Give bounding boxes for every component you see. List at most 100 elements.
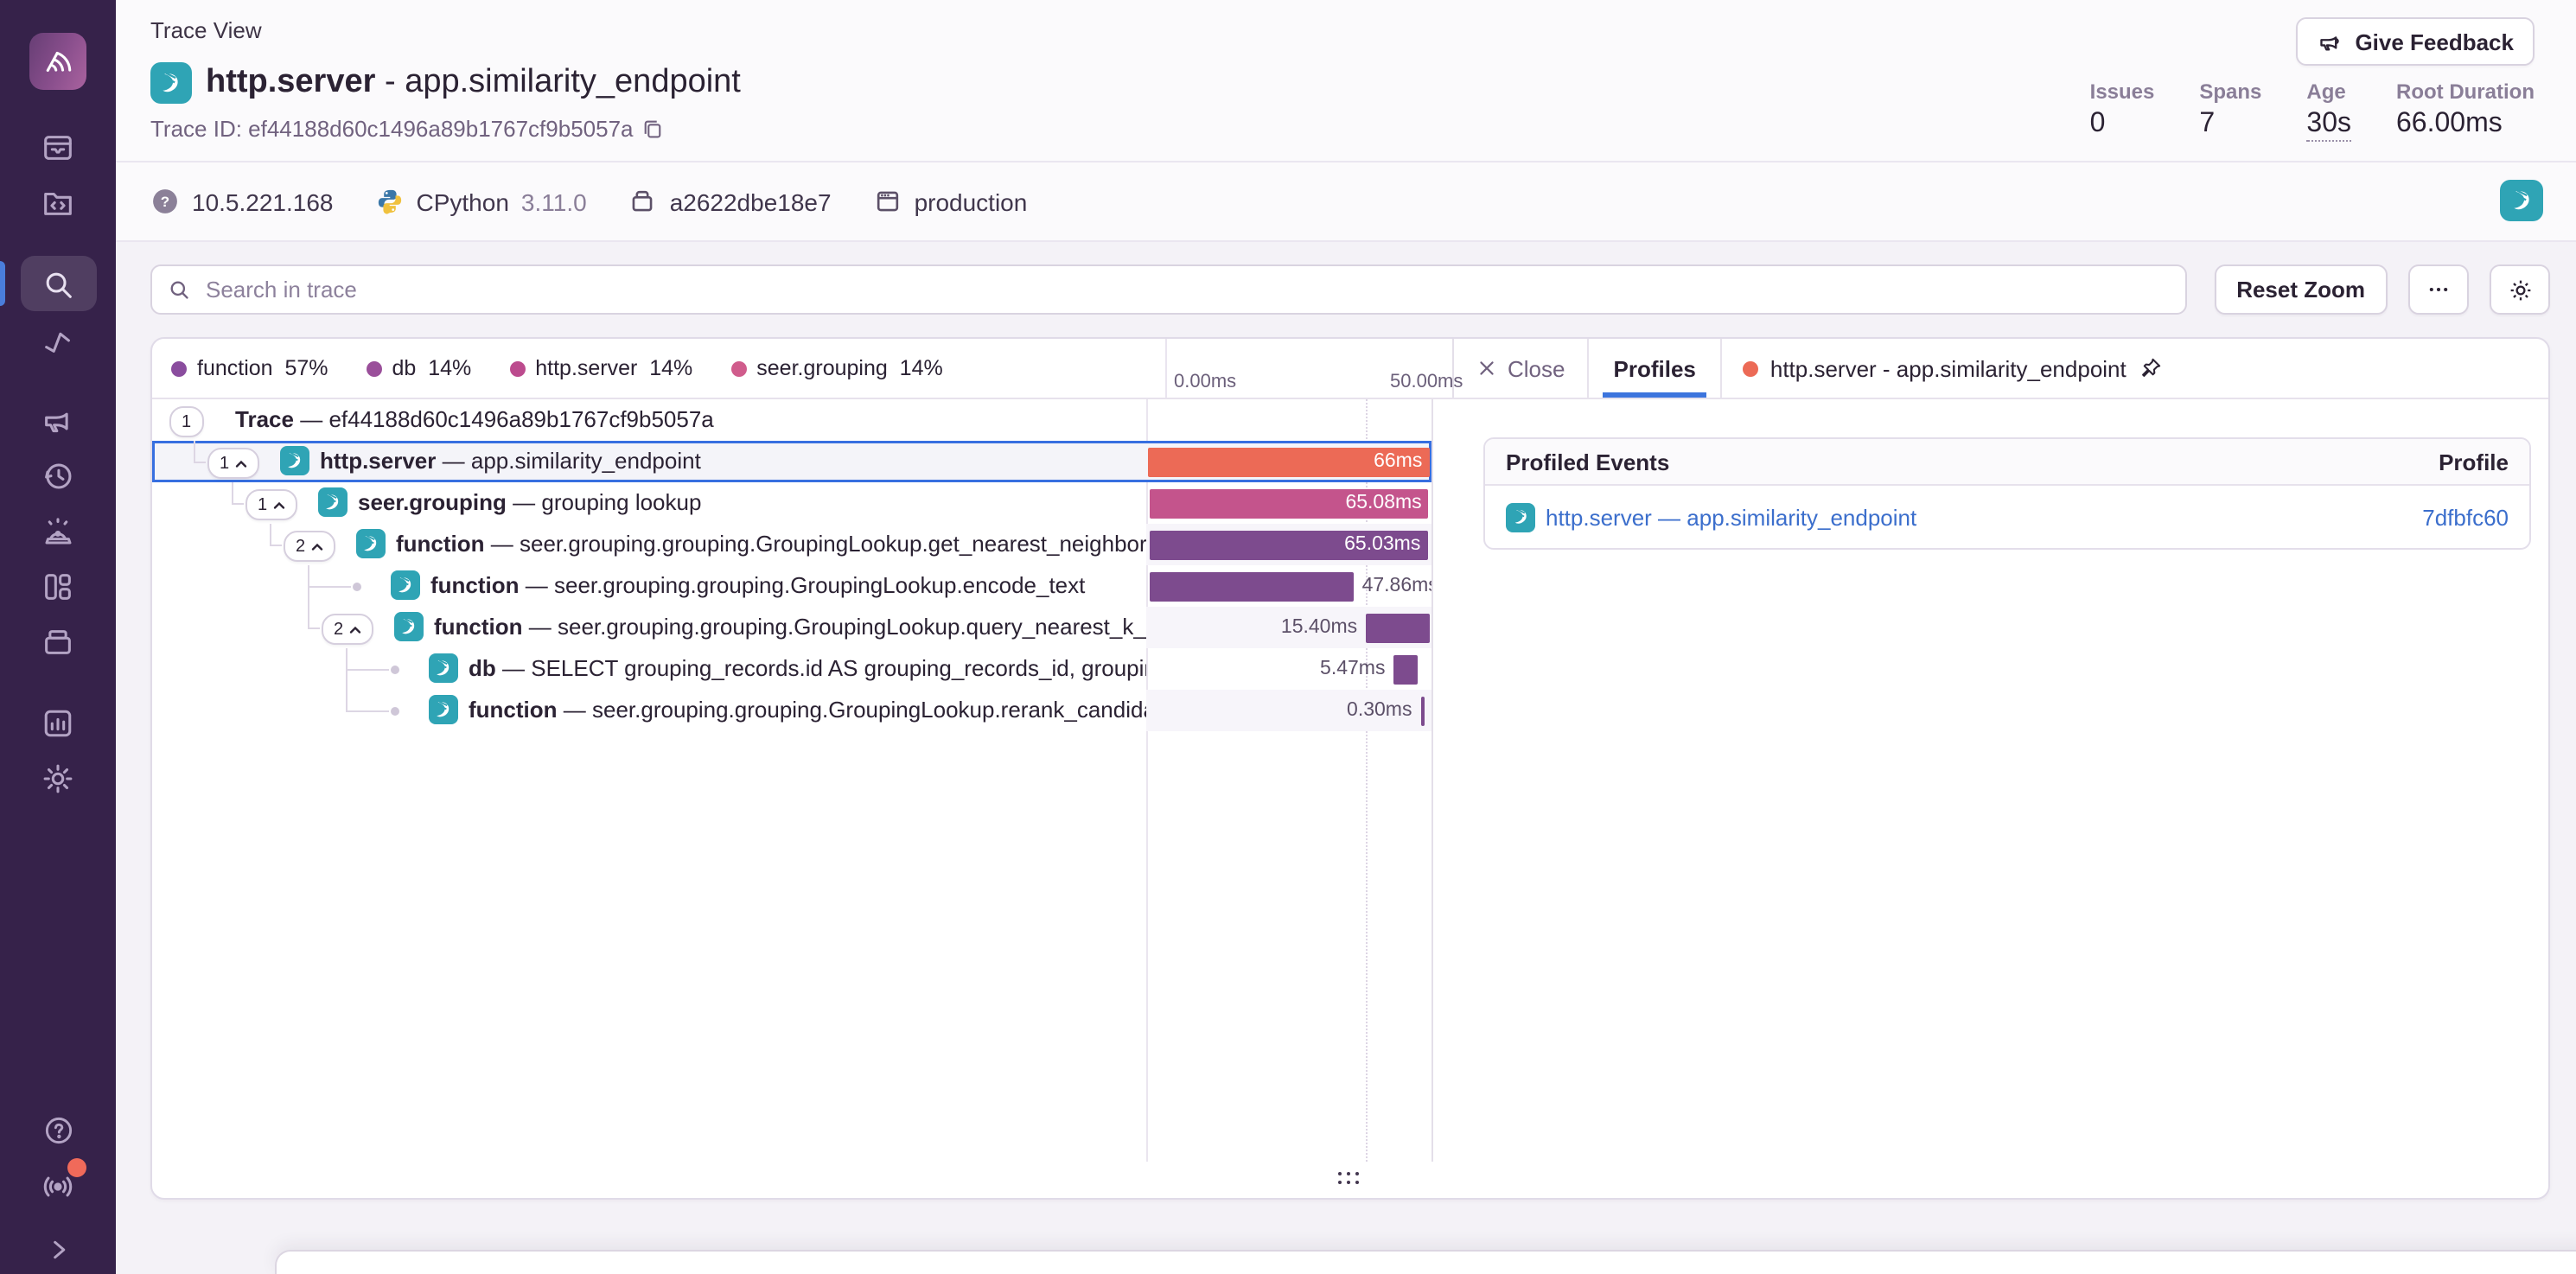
chevron-up-icon xyxy=(234,459,246,468)
tag-10-5-221-168[interactable]: ? 10.5.221.168 xyxy=(150,187,334,216)
span-description: http.server — app.similarity_endpoint xyxy=(320,441,701,482)
span-description: function — seer.grouping.grouping.Groupi… xyxy=(469,690,1146,731)
span-crumb[interactable]: http.server - app.similarity_endpoint xyxy=(1722,339,2184,398)
sidebar-item-feedback[interactable] xyxy=(20,392,96,448)
tag-a2622dbe18e7[interactable]: a2622dbe18e7 xyxy=(628,187,832,216)
duration-bar[interactable]: 66ms xyxy=(1147,447,1429,476)
stat-value: 0 xyxy=(2090,109,2106,140)
give-feedback-button[interactable]: Give Feedback xyxy=(2296,17,2535,66)
duration-label: 47.86ms xyxy=(1362,565,1431,607)
profiles-panel: Profiled Events Profile xyxy=(1431,399,2548,1162)
notification-dot xyxy=(67,1158,86,1177)
sidebar-item-search[interactable] xyxy=(20,256,96,311)
duration-bar[interactable] xyxy=(1393,654,1417,684)
span-duration-cell[interactable]: 66ms xyxy=(1146,441,1431,482)
copy-icon[interactable] xyxy=(642,118,665,140)
stat-label: Issues xyxy=(2090,80,2155,104)
trace-stats: Issues 0Spans 7Age 30sRoot Duration 66.0… xyxy=(2090,80,2535,142)
pin-icon[interactable] xyxy=(2139,356,2163,380)
child-count-chip[interactable]: 1 xyxy=(245,489,296,520)
project-flask-icon[interactable] xyxy=(2500,180,2543,221)
span-tree-cell: 2function — seer.grouping.grouping.Group… xyxy=(152,607,1146,648)
sidebar-item-settings[interactable] xyxy=(20,750,96,806)
sidebar-item-broadcast[interactable] xyxy=(20,1160,96,1212)
sentry-logo[interactable] xyxy=(29,33,86,90)
metrics-icon xyxy=(40,321,76,357)
duration-bar[interactable]: 65.08ms xyxy=(1149,488,1428,518)
legend-label: function 57% xyxy=(197,356,328,380)
flask-op-icon xyxy=(280,446,309,475)
profiled-events-table: Profiled Events Profile xyxy=(1483,437,2531,550)
stat-label: Age xyxy=(2306,80,2345,104)
stats-icon xyxy=(40,704,76,741)
sidebar-item-metrics[interactable] xyxy=(20,311,96,366)
sidebar-item-alerts[interactable] xyxy=(20,503,96,558)
trace-content: Reset Zoom function 57% db 14% http.serv… xyxy=(116,242,2576,1274)
legend-dot xyxy=(171,360,187,376)
sidebar-expand-chevron-icon[interactable] xyxy=(44,1236,72,1264)
span-row-function[interactable]: function — seer.grouping.grouping.Groupi… xyxy=(152,690,1431,731)
child-count-chip[interactable]: 1 xyxy=(169,406,203,437)
profile-id-link[interactable]: 7dfbfc60 xyxy=(2422,504,2509,530)
sidebar-item-replays[interactable] xyxy=(20,448,96,503)
tag-cpython[interactable]: CPython3.11.0 xyxy=(375,187,587,216)
span-tree-cell: 1 Trace — ef44188d60c1496a89b1767cf9b5057… xyxy=(152,399,1146,441)
detail-tabs: Close Profiles http.server - app.similar… xyxy=(1452,339,2548,398)
span-duration-cell[interactable] xyxy=(1146,399,1431,441)
tag-production[interactable]: production xyxy=(873,187,1028,216)
close-panel-button[interactable]: Close xyxy=(1476,339,1590,398)
panel-footer xyxy=(152,1162,2548,1198)
child-count: 1 xyxy=(182,412,191,431)
more-options-button[interactable] xyxy=(2408,264,2469,315)
span-duration-cell[interactable]: 5.47ms xyxy=(1146,648,1431,690)
reset-zoom-button[interactable]: Reset Zoom xyxy=(2214,264,2388,315)
legend-item-http-server: http.server 14% xyxy=(509,356,692,380)
span-row-trace[interactable]: 1 Trace — ef44188d60c1496a89b1767cf9b5057… xyxy=(152,399,1431,441)
tab-profiles[interactable]: Profiles xyxy=(1590,339,1722,398)
sidebar-item-projects[interactable] xyxy=(20,175,96,230)
span-description: Trace — ef44188d60c1496a89b1767cf9b5057a xyxy=(235,399,714,441)
span-row-http-server[interactable]: 1 http.server — app.similarity_endpoint 66… xyxy=(152,441,1431,482)
span-duration-cell[interactable]: 65.08ms xyxy=(1146,482,1431,524)
duration-bar[interactable] xyxy=(1149,571,1353,601)
close-label: Close xyxy=(1508,355,1565,381)
title-sep: - xyxy=(375,64,405,100)
span-duration-cell[interactable]: 0.30ms xyxy=(1146,690,1431,731)
span-row-function[interactable]: function — seer.grouping.grouping.Groupi… xyxy=(152,565,1431,607)
sidebar-item-help[interactable] xyxy=(20,1105,96,1156)
profiled-event-link[interactable]: http.server — app.similarity_endpoint xyxy=(1546,504,1916,530)
child-count-chip[interactable]: 2 xyxy=(322,614,373,645)
megaphone-icon xyxy=(2317,29,2343,54)
search-icon xyxy=(40,265,76,302)
settings-button[interactable] xyxy=(2490,264,2550,315)
child-count-chip[interactable]: 1 xyxy=(207,448,258,479)
sidebar-item-stats[interactable] xyxy=(20,695,96,750)
child-count-chip[interactable]: 2 xyxy=(284,531,335,562)
span-duration-cell[interactable]: 15.40ms xyxy=(1146,607,1431,648)
sidebar-item-releases[interactable] xyxy=(20,614,96,669)
sidebar-item-issues[interactable] xyxy=(20,119,96,175)
help-icon xyxy=(41,1113,75,1148)
tag-text: production xyxy=(915,188,1028,215)
duration-bar[interactable] xyxy=(1366,613,1430,642)
span-row-function[interactable]: 2function — seer.grouping.grouping.Group… xyxy=(152,524,1431,565)
drag-handle-icon[interactable] xyxy=(1337,1171,1363,1188)
search-box[interactable] xyxy=(150,264,2186,315)
duration-bar[interactable]: 65.03ms xyxy=(1149,530,1427,559)
span-row-db[interactable]: db — SELECT grouping_records.id AS group… xyxy=(152,648,1431,690)
span-duration-cell[interactable]: 47.86ms xyxy=(1146,565,1431,607)
duration-bar[interactable] xyxy=(1420,696,1424,725)
question-circle-icon: ? xyxy=(150,187,180,216)
span-desc: seer.grouping.grouping.GroupingLookup.ge… xyxy=(520,531,1146,557)
legend-item-function: function 57% xyxy=(171,356,328,380)
search-icon xyxy=(168,278,190,301)
span-row-seer-grouping[interactable]: 1seer.grouping — grouping lookup65.08ms xyxy=(152,482,1431,524)
sidebar-footer xyxy=(0,1101,116,1274)
sidebar-item-dashboards[interactable] xyxy=(20,558,96,614)
search-input[interactable] xyxy=(202,275,2169,304)
span-duration-cell[interactable]: 65.03ms xyxy=(1146,524,1431,565)
stat-value[interactable]: 30s xyxy=(2306,109,2351,142)
span-details-drawer[interactable] xyxy=(275,1250,2576,1274)
replays-icon xyxy=(40,457,76,494)
span-row-function[interactable]: 2function — seer.grouping.grouping.Group… xyxy=(152,607,1431,648)
